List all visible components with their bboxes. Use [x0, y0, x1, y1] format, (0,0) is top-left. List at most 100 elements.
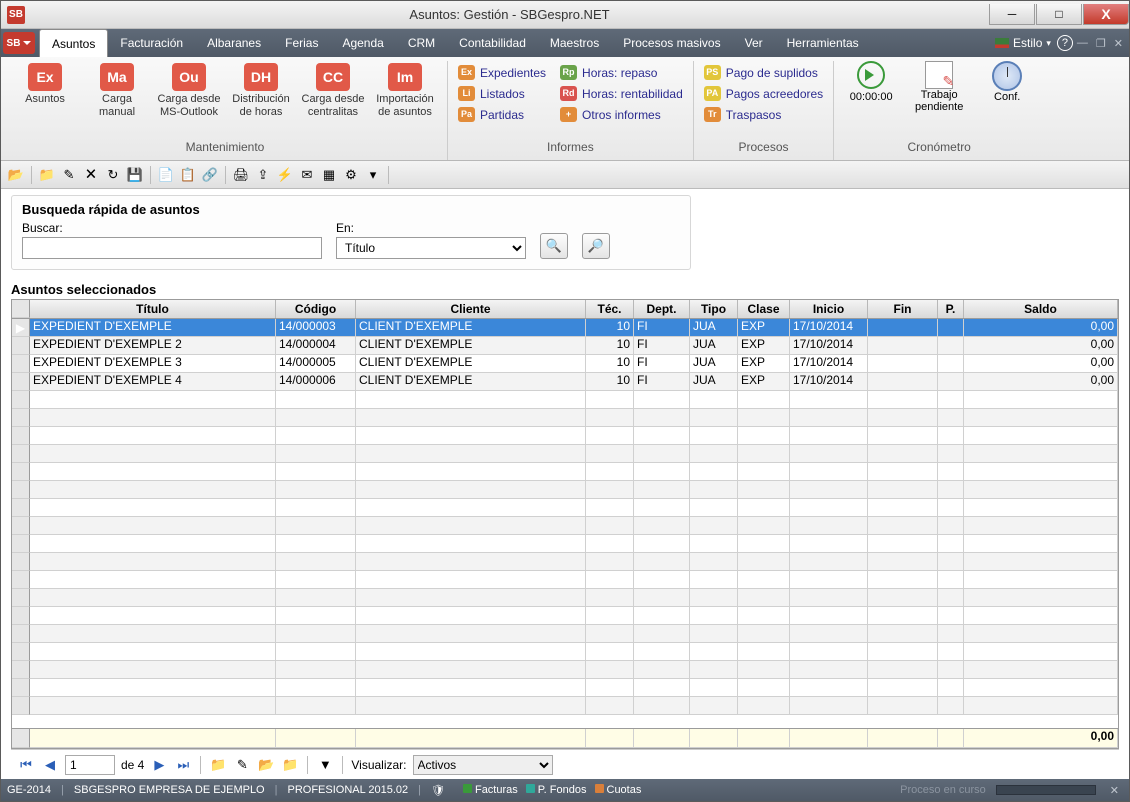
ribbon-btn-cc[interactable]: CCCarga desde centralitas: [297, 61, 369, 121]
table-row[interactable]: [12, 571, 1118, 589]
style-menu[interactable]: Estilo ▾: [989, 36, 1057, 50]
minimize-button[interactable]: ─: [989, 4, 1035, 25]
ribbon-small-pago-de-suplidos[interactable]: PSPago de suplidos: [700, 63, 827, 82]
ribbon-small-partidas[interactable]: PaPartidas: [454, 105, 550, 124]
flash-icon[interactable]: ⚡: [276, 166, 294, 184]
col-cliente[interactable]: Cliente: [356, 300, 586, 318]
nav-folder2-icon[interactable]: 📂: [257, 756, 275, 774]
visualizar-select[interactable]: Activos: [413, 755, 553, 775]
table-row[interactable]: EXPEDIENT D'EXEMPLE 214/000004CLIENT D'E…: [12, 337, 1118, 355]
ribbon-btn-dh[interactable]: DHDistribución de horas: [225, 61, 297, 121]
table-row[interactable]: [12, 481, 1118, 499]
table-row[interactable]: [12, 553, 1118, 571]
menu-tab-contabilidad[interactable]: Contabilidad: [447, 29, 538, 57]
menu-tab-herramientas[interactable]: Herramientas: [775, 29, 871, 57]
table-row[interactable]: EXPEDIENT D'EXEMPLE 414/000006CLIENT D'E…: [12, 373, 1118, 391]
menu-tab-facturación[interactable]: Facturación: [108, 29, 195, 57]
link-icon[interactable]: 🔗: [201, 166, 219, 184]
col-dept[interactable]: Dept.: [634, 300, 690, 318]
copy-icon[interactable]: 📄: [157, 166, 175, 184]
table-row[interactable]: [12, 409, 1118, 427]
export-icon[interactable]: ⇪: [254, 166, 272, 184]
mdi-close[interactable]: ✕: [1110, 37, 1127, 50]
ribbon-small-pagos-acreedores[interactable]: PAPagos acreedores: [700, 84, 827, 103]
edit-icon[interactable]: ✎: [60, 166, 78, 184]
ribbon-btn-ou[interactable]: OuCarga desde MS-Outlook: [153, 61, 225, 121]
ribbon-small-listados[interactable]: LiListados: [454, 84, 550, 103]
settings-icon[interactable]: ⚙: [342, 166, 360, 184]
menu-tab-procesos masivos[interactable]: Procesos masivos: [611, 29, 732, 57]
nav-next[interactable]: ▶: [150, 756, 168, 774]
table-row[interactable]: [12, 517, 1118, 535]
search-button[interactable]: 🔍: [540, 233, 568, 259]
table-row[interactable]: [12, 625, 1118, 643]
col-inicio[interactable]: Inicio: [790, 300, 868, 318]
status-close[interactable]: ✕: [1106, 784, 1123, 797]
paste-icon[interactable]: 📋: [179, 166, 197, 184]
nav-last[interactable]: ⏭: [174, 756, 192, 774]
col-clase[interactable]: Clase: [738, 300, 790, 318]
menu-tab-agenda[interactable]: Agenda: [330, 29, 395, 57]
menu-tab-asuntos[interactable]: Asuntos: [39, 29, 108, 57]
select-all-cell[interactable]: [12, 300, 30, 318]
ribbon-small-otros-informes[interactable]: +Otros informes: [556, 105, 687, 124]
menu-tab-ver[interactable]: Ver: [733, 29, 775, 57]
timer-start-button[interactable]: 00:00:00: [840, 61, 902, 103]
grid-body[interactable]: ▶EXPEDIENT D'EXEMPLE14/000003CLIENT D'EX…: [12, 319, 1118, 728]
table-icon[interactable]: ▦: [320, 166, 338, 184]
mdi-minimize[interactable]: —: [1073, 37, 1092, 49]
folder-icon[interactable]: 📁: [38, 166, 56, 184]
nav-edit-icon[interactable]: ✎: [233, 756, 251, 774]
ribbon-btn-im[interactable]: ImImportación de asuntos: [369, 61, 441, 121]
ribbon-btn-ex[interactable]: ExAsuntos: [9, 61, 81, 108]
table-row[interactable]: ▶EXPEDIENT D'EXEMPLE14/000003CLIENT D'EX…: [12, 319, 1118, 337]
ribbon-small-expedientes[interactable]: ExExpedientes: [454, 63, 550, 82]
col-tipo[interactable]: Tipo: [690, 300, 738, 318]
ribbon-small-horas-repaso[interactable]: RpHoras: repaso: [556, 63, 687, 82]
col-saldo[interactable]: Saldo: [964, 300, 1118, 318]
save-icon[interactable]: 💾: [126, 166, 144, 184]
ribbon-small-horas-rentabilidad[interactable]: RdHoras: rentabilidad: [556, 84, 687, 103]
nav-first[interactable]: ⏮: [17, 756, 35, 774]
table-row[interactable]: [12, 643, 1118, 661]
col-tec[interactable]: Téc.: [586, 300, 634, 318]
nav-folder3-icon[interactable]: 📁: [281, 756, 299, 774]
menu-tab-maestros[interactable]: Maestros: [538, 29, 611, 57]
col-codigo[interactable]: Código: [276, 300, 356, 318]
table-row[interactable]: [12, 499, 1118, 517]
ribbon-btn-ma[interactable]: MaCarga manual: [81, 61, 153, 121]
pending-work-button[interactable]: Trabajo pendiente: [908, 61, 970, 113]
nav-folder1-icon[interactable]: 📁: [209, 756, 227, 774]
ribbon-small-traspasos[interactable]: TrTraspasos: [700, 105, 827, 124]
col-fin[interactable]: Fin: [868, 300, 938, 318]
print-icon[interactable]: 🖨: [232, 166, 250, 184]
table-row[interactable]: [12, 535, 1118, 553]
close-button[interactable]: X: [1083, 4, 1129, 25]
menu-tab-crm[interactable]: CRM: [396, 29, 447, 57]
table-row[interactable]: [12, 607, 1118, 625]
nav-page-input[interactable]: [65, 755, 115, 775]
dropdown-icon[interactable]: ▾: [364, 166, 382, 184]
col-titulo[interactable]: Título: [30, 300, 276, 318]
table-row[interactable]: [12, 697, 1118, 715]
menu-tab-albaranes[interactable]: Albaranes: [195, 29, 273, 57]
mail-icon[interactable]: ✉: [298, 166, 316, 184]
app-menu-button[interactable]: SB: [3, 32, 35, 54]
table-row[interactable]: [12, 463, 1118, 481]
help-button[interactable]: ?: [1057, 35, 1073, 51]
col-p[interactable]: P.: [938, 300, 964, 318]
menu-tab-ferias[interactable]: Ferias: [273, 29, 330, 57]
table-row[interactable]: [12, 589, 1118, 607]
mdi-restore[interactable]: ❐: [1092, 37, 1110, 50]
table-row[interactable]: EXPEDIENT D'EXEMPLE 314/000005CLIENT D'E…: [12, 355, 1118, 373]
table-row[interactable]: [12, 661, 1118, 679]
refresh-icon[interactable]: ↻: [104, 166, 122, 184]
search-all-button[interactable]: 🔎: [582, 233, 610, 259]
table-row[interactable]: [12, 391, 1118, 409]
table-row[interactable]: [12, 679, 1118, 697]
maximize-button[interactable]: □: [1036, 4, 1082, 25]
search-input[interactable]: [22, 237, 322, 259]
delete-icon[interactable]: 🗙: [82, 166, 100, 184]
search-field-select[interactable]: Título: [336, 237, 526, 259]
folder-open-icon[interactable]: 📂: [7, 166, 25, 184]
